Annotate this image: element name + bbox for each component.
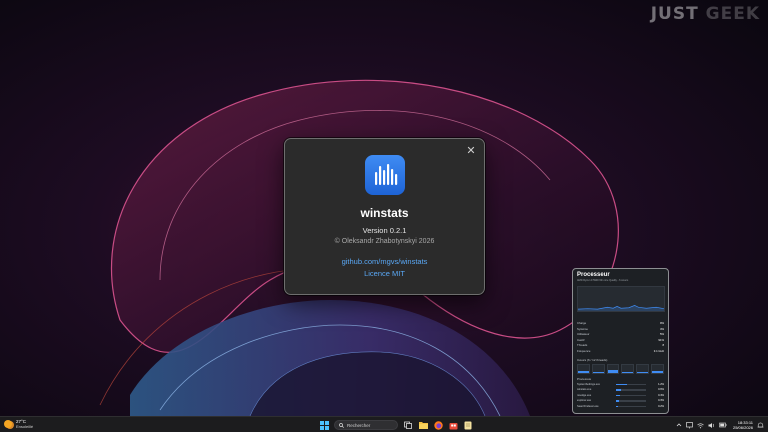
notifications-button[interactable] [756,421,764,429]
about-dialog: ✕ winstats Version 0.2.1 © Oleksandr Zha… [284,138,485,295]
monitor-icon [686,421,694,428]
process-name: SearchIndexer.exe [577,404,599,408]
core-bar-fill [652,370,663,373]
network-button[interactable] [697,421,705,429]
bell-icon [757,422,763,427]
widget-subtitle: AMD Ryzen 9 5900 6th core Quality - 6 cœ… [577,279,629,282]
sun-icon [4,420,12,428]
core-bar [606,363,620,374]
clock-date: 25/06/2026 [732,425,753,430]
weather-description: Ensoleillé [16,424,34,429]
tray-overflow-button[interactable] [675,421,683,429]
process-usage-bar [616,400,646,402]
speaker-icon [708,422,715,428]
core-bar [636,363,650,374]
core-bar [651,363,664,374]
cores-chart [577,363,664,374]
weather-widget[interactable]: 27°C Ensoleillé [4,419,33,429]
notes-app-button[interactable] [463,420,473,430]
cpu-stat-label: Fréquence [577,348,591,353]
cpu-stat-row: Fréquence 3.1 GHz [577,349,664,355]
process-usage-fill [616,389,622,391]
app-version: Version 0.2.1 [362,226,407,235]
core-bar [591,363,605,374]
taskbar-apps: Rechercher [319,420,473,430]
process-usage-bar [616,383,646,386]
system-tray: 18:33:11 25/06/2026 [675,420,764,430]
cores-section-label: Cœurs (6 / 12 threads) [577,357,608,362]
wifi-icon [697,422,705,428]
winstats-app-icon [365,155,405,195]
search-placeholder: Rechercher [347,422,371,428]
chevron-up-icon [676,423,682,427]
watermark: JUST GEEK [650,4,760,24]
process-list: SystemSettings.exe 1.2% winstats.exe 0.6% ms… [577,382,664,410]
file-explorer-button[interactable] [418,420,428,430]
folder-icon [418,422,428,429]
app-copyright: © Oleksandr Zhabotynskyi 2026 [334,238,435,245]
tray-app-button[interactable] [686,421,694,429]
core-bar [621,363,635,374]
task-view-button[interactable] [403,420,413,430]
cpu-stat-value: 3.1 GHz [653,348,664,353]
licence-link[interactable]: Licence MIT [285,269,484,278]
process-usage-fill [616,383,627,386]
volume-button[interactable] [708,421,716,429]
taskbar: 27°C Ensoleillé Rechercher 18:33:11 25/0… [0,416,768,432]
battery-button[interactable] [719,421,727,429]
notes-icon [464,421,472,429]
widget-title: Processeur [577,272,610,278]
store-button[interactable] [448,420,458,430]
process-usage-bar [616,405,646,408]
search-icon [339,422,344,428]
processor-widget[interactable]: Processeur AMD Ryzen 9 5900 6th core Qua… [572,268,669,414]
process-usage-bar [616,389,646,391]
core-bar [577,363,590,374]
core-bar-fill [578,371,589,373]
windows-icon [319,420,329,430]
start-button[interactable] [319,420,329,430]
core-bar-fill [637,371,649,373]
app-name: winstats [360,206,409,220]
core-bar-fill [607,370,619,373]
process-usage-fill [616,405,618,408]
process-usage-value: 0.2% [658,404,664,408]
github-link[interactable]: github.com/mgvs/winstats [285,257,484,266]
close-icon[interactable]: ✕ [466,146,476,157]
core-bar-fill [622,371,634,373]
cpu-stats-list: Charge 9% Système 4% Utilisateur 5% Inactif 91%… [577,321,664,355]
process-row[interactable]: SearchIndexer.exe 0.2% [577,404,664,410]
firefox-icon [433,420,443,430]
battery-icon [719,422,727,428]
task-view-icon [404,421,412,429]
taskbar-search[interactable]: Rechercher [334,420,398,430]
firefox-button[interactable] [433,420,443,430]
store-icon [449,422,457,429]
process-usage-bar [616,394,646,397]
cpu-usage-graph [577,286,665,312]
process-usage-fill [616,400,619,402]
taskbar-clock[interactable]: 18:33:11 25/06/2026 [733,420,753,430]
core-bar-fill [592,371,604,373]
process-usage-fill [616,394,620,397]
